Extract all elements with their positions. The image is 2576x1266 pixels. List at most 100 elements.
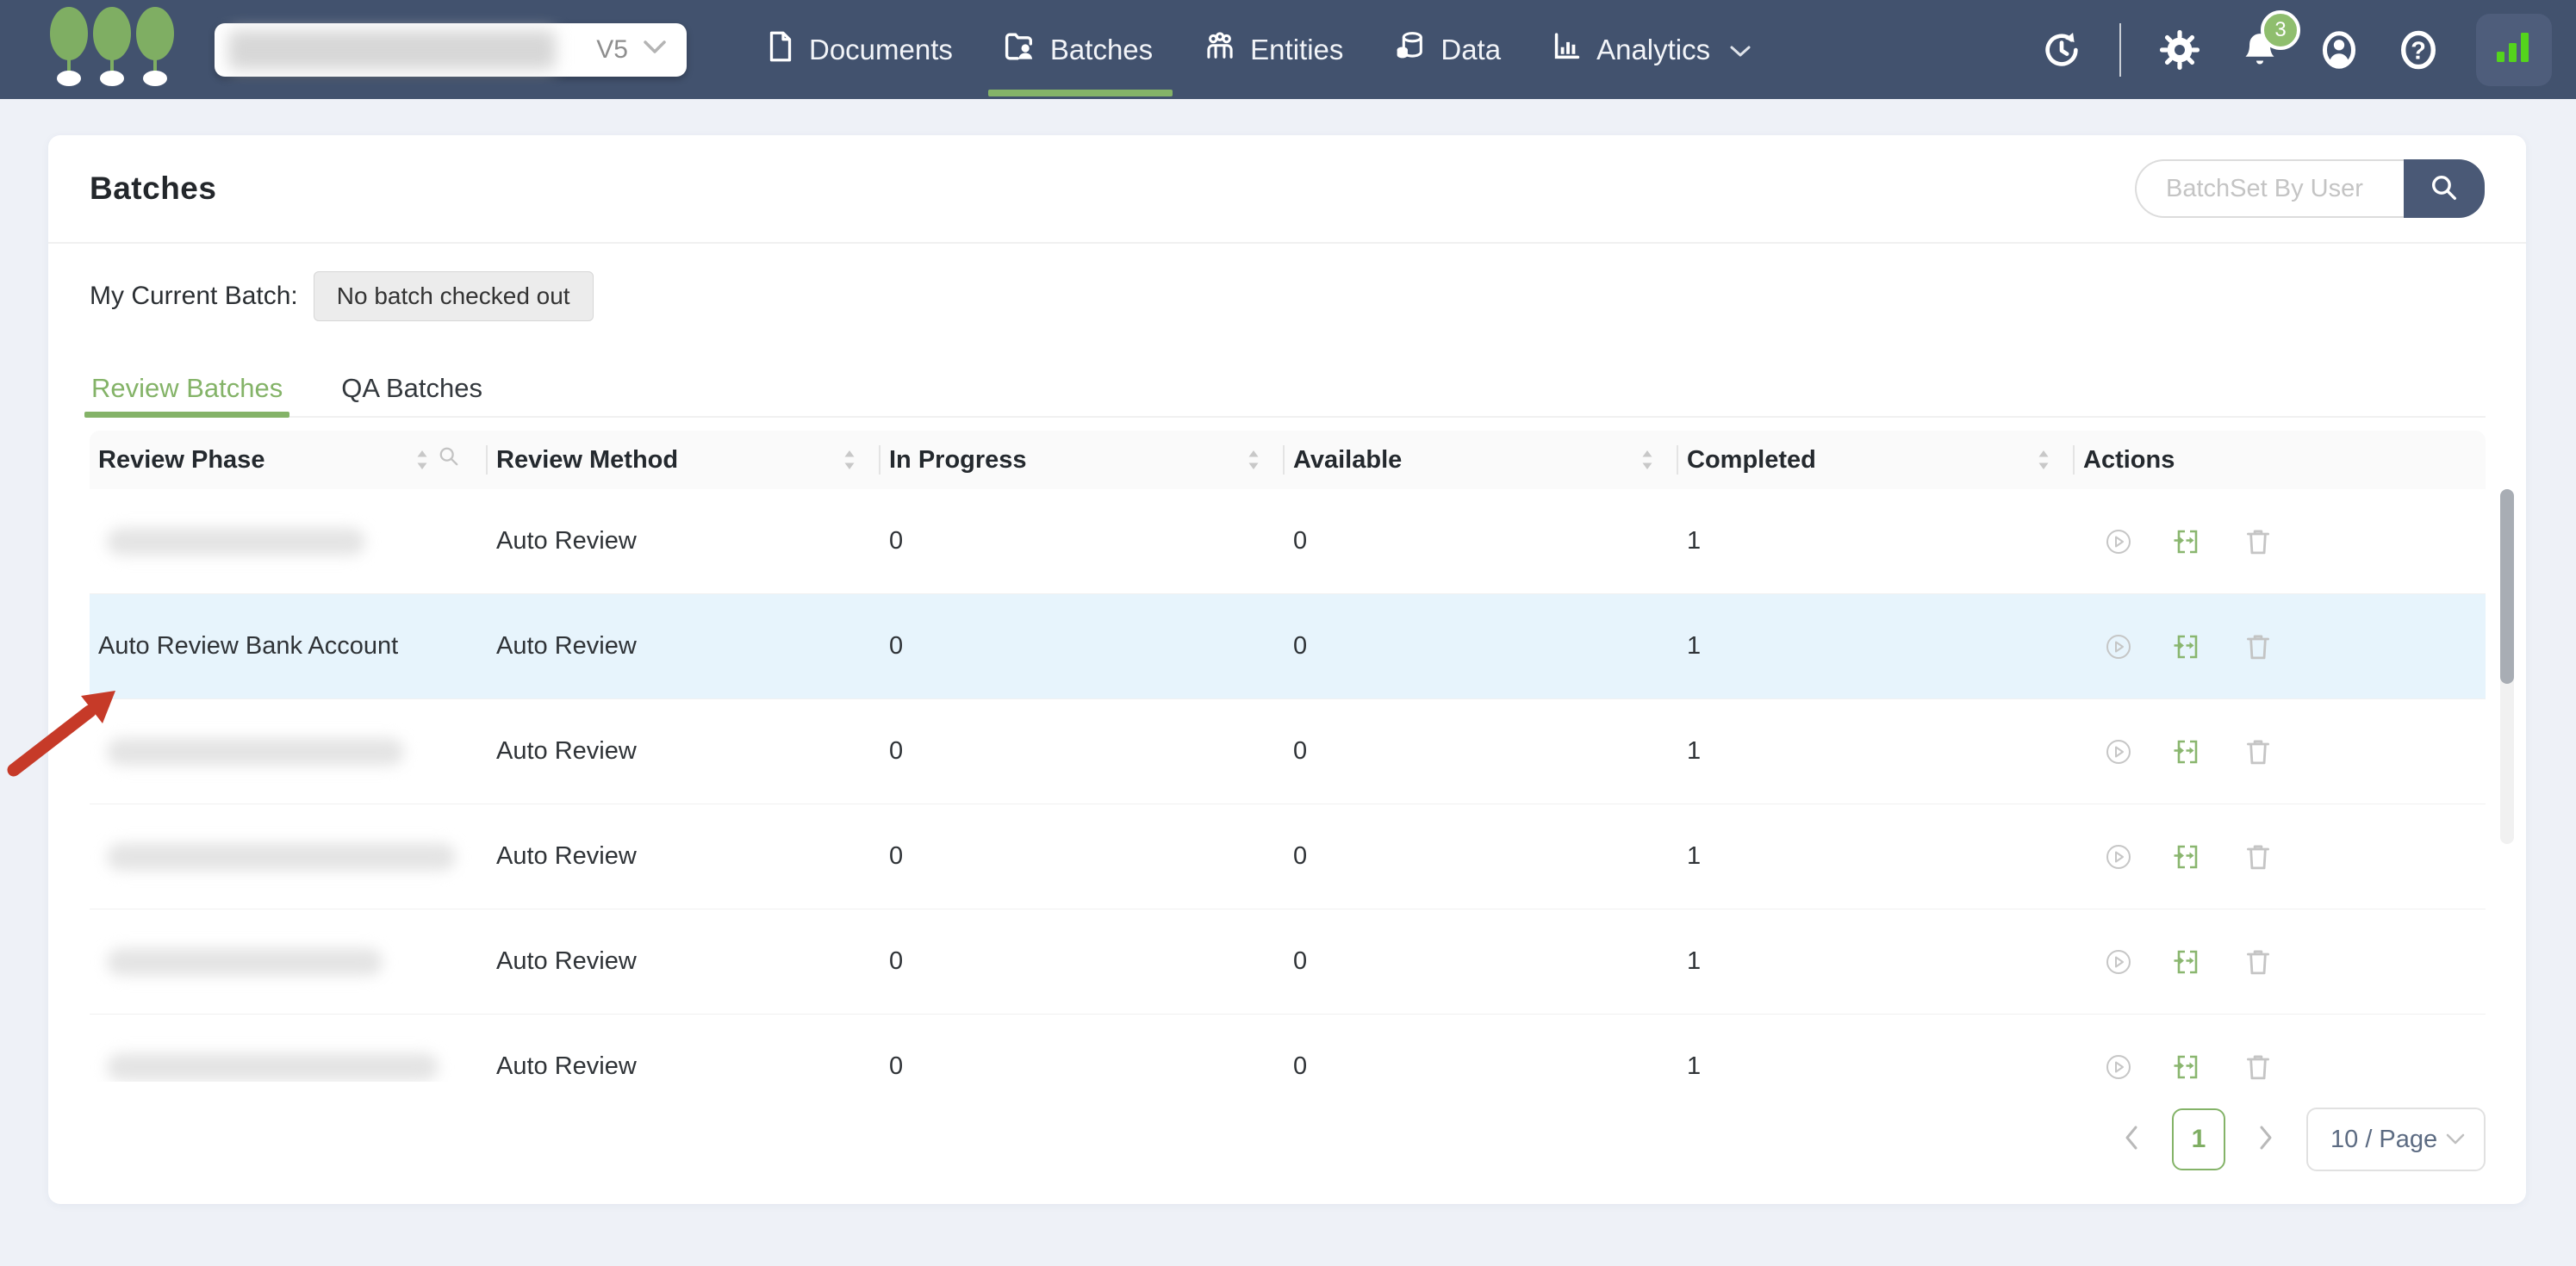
table-body: Auto Review 0 0 1 Auto Review Bank Accou… <box>90 489 2486 1082</box>
batchset-search <box>2135 159 2485 218</box>
chevron-left-icon <box>2121 1123 2142 1157</box>
version-label: V5 <box>596 35 628 65</box>
review-phase-cell: Auto Review Bank Account <box>90 632 488 661</box>
table-row-highlighted[interactable]: Auto Review Bank Account Auto Review 0 0… <box>90 594 2486 699</box>
column-header-available[interactable]: Available <box>1285 431 1678 489</box>
current-batch-chip: No batch checked out <box>314 271 594 321</box>
checkout-batch-icon[interactable] <box>2173 527 2202 556</box>
table-row[interactable]: Auto Review 0 0 1 <box>90 489 2486 594</box>
completed-cell: 1 <box>1678 737 2075 766</box>
page-number-button[interactable]: 1 <box>2172 1108 2225 1170</box>
top-navigation-bar: V5 Documents Batches Entities <box>0 0 2576 99</box>
table-row[interactable]: Auto Review 0 0 1 <box>90 909 2486 1015</box>
green-bar-chart-icon <box>2493 28 2535 71</box>
nav-item-label: Batches <box>1050 34 1153 66</box>
svg-text:?: ? <box>2411 37 2426 65</box>
review-phase-cell <box>90 948 488 976</box>
play-batch-icon[interactable] <box>2106 1054 2131 1080</box>
batchset-search-input[interactable] <box>2135 159 2404 218</box>
delete-trash-icon[interactable] <box>2243 526 2273 557</box>
review-method-cell: Auto Review <box>488 737 880 766</box>
play-batch-icon[interactable] <box>2106 949 2131 975</box>
app-root: { "nav": { "version": "V5", "items": [ {… <box>0 0 2576 1266</box>
column-header-in-progress[interactable]: In Progress <box>880 431 1285 489</box>
analytics-app-launcher-button[interactable] <box>2476 14 2552 86</box>
card-header: Batches <box>48 135 2526 244</box>
play-batch-icon[interactable] <box>2106 844 2131 870</box>
checkout-batch-icon[interactable] <box>2173 947 2202 977</box>
column-header-actions: Actions <box>2075 431 2486 489</box>
delete-trash-icon[interactable] <box>2243 631 2273 662</box>
sort-icon[interactable] <box>1639 448 1656 472</box>
checkout-batch-icon[interactable] <box>2173 632 2202 661</box>
column-header-review-phase[interactable]: Review Phase <box>90 431 488 489</box>
in-progress-cell: 0 <box>880 947 1285 976</box>
settings-gear-icon[interactable] <box>2157 28 2202 72</box>
table-scrollbar-thumb[interactable] <box>2500 489 2514 684</box>
completed-cell: 1 <box>1678 632 2075 661</box>
column-search-icon[interactable] <box>436 444 462 476</box>
tab-qa-batches[interactable]: QA Batches <box>339 361 484 416</box>
page-size-value: 10 / Page <box>2330 1126 2437 1154</box>
help-icon[interactable]: ? <box>2397 27 2440 73</box>
checkout-batch-icon[interactable] <box>2173 1052 2202 1082</box>
nav-item-documents[interactable]: Documents <box>740 0 978 99</box>
previous-page-button[interactable] <box>2113 1108 2150 1170</box>
nav-item-data[interactable]: Data <box>1368 0 1526 99</box>
page-size-select[interactable]: 10 / Page <box>2306 1108 2486 1171</box>
in-progress-cell: 0 <box>880 737 1285 766</box>
sort-icon[interactable] <box>841 448 858 472</box>
play-batch-icon[interactable] <box>2106 739 2131 765</box>
in-progress-cell: 0 <box>880 632 1285 661</box>
table-row[interactable]: Auto Review 0 0 1 <box>90 1015 2486 1082</box>
current-batch-row: My Current Batch: No batch checked out <box>90 271 594 321</box>
redacted-text <box>107 528 365 555</box>
column-header-review-method[interactable]: Review Method <box>488 431 880 489</box>
checkout-batch-icon[interactable] <box>2173 737 2202 766</box>
actions-cell <box>2075 841 2486 872</box>
table-scrollbar-track[interactable] <box>2500 489 2514 844</box>
nav-utilities: 3 ? <box>2040 14 2552 86</box>
table-row[interactable]: Auto Review 0 0 1 <box>90 699 2486 804</box>
available-cell: 0 <box>1285 527 1678 555</box>
nav-item-analytics[interactable]: Analytics <box>1526 0 1777 99</box>
actions-cell <box>2075 946 2486 977</box>
available-cell: 0 <box>1285 842 1678 871</box>
app-logo[interactable] <box>47 6 177 93</box>
delete-trash-icon[interactable] <box>2243 1052 2273 1083</box>
in-progress-cell: 0 <box>880 527 1285 555</box>
batches-icon <box>1003 29 1037 71</box>
search-button[interactable] <box>2404 159 2485 218</box>
workspace-version-select[interactable]: V5 <box>215 23 687 77</box>
actions-cell <box>2075 631 2486 662</box>
data-icon <box>1393 29 1428 71</box>
delete-trash-icon[interactable] <box>2243 946 2273 977</box>
notifications-bell-icon[interactable]: 3 <box>2238 28 2281 72</box>
delete-trash-icon[interactable] <box>2243 736 2273 767</box>
nav-item-label: Entities <box>1250 34 1343 66</box>
column-header-completed[interactable]: Completed <box>1678 431 2075 489</box>
completed-cell: 1 <box>1678 527 2075 555</box>
play-batch-icon[interactable] <box>2106 634 2131 660</box>
delete-trash-icon[interactable] <box>2243 841 2273 872</box>
history-icon[interactable] <box>2040 28 2083 71</box>
actions-cell <box>2075 526 2486 557</box>
nav-item-entities[interactable]: Entities <box>1178 0 1368 99</box>
tab-review-batches[interactable]: Review Batches <box>90 361 284 416</box>
actions-cell <box>2075 1052 2486 1083</box>
user-profile-icon[interactable] <box>2318 27 2361 73</box>
checkout-batch-icon[interactable] <box>2173 842 2202 872</box>
sort-icon[interactable] <box>1245 448 1262 472</box>
nav-item-batches[interactable]: Batches <box>978 0 1178 99</box>
current-batch-label: My Current Batch: <box>90 282 298 311</box>
chevron-right-icon <box>2256 1123 2276 1157</box>
in-progress-cell: 0 <box>880 842 1285 871</box>
play-batch-icon[interactable] <box>2106 529 2131 555</box>
next-page-button[interactable] <box>2248 1108 2284 1170</box>
chevron-down-icon <box>642 39 668 60</box>
available-cell: 0 <box>1285 737 1678 766</box>
nav-divider <box>2119 23 2121 77</box>
table-row[interactable]: Auto Review 0 0 1 <box>90 804 2486 909</box>
sort-icon[interactable] <box>2035 448 2052 472</box>
sort-icon[interactable] <box>414 448 431 472</box>
